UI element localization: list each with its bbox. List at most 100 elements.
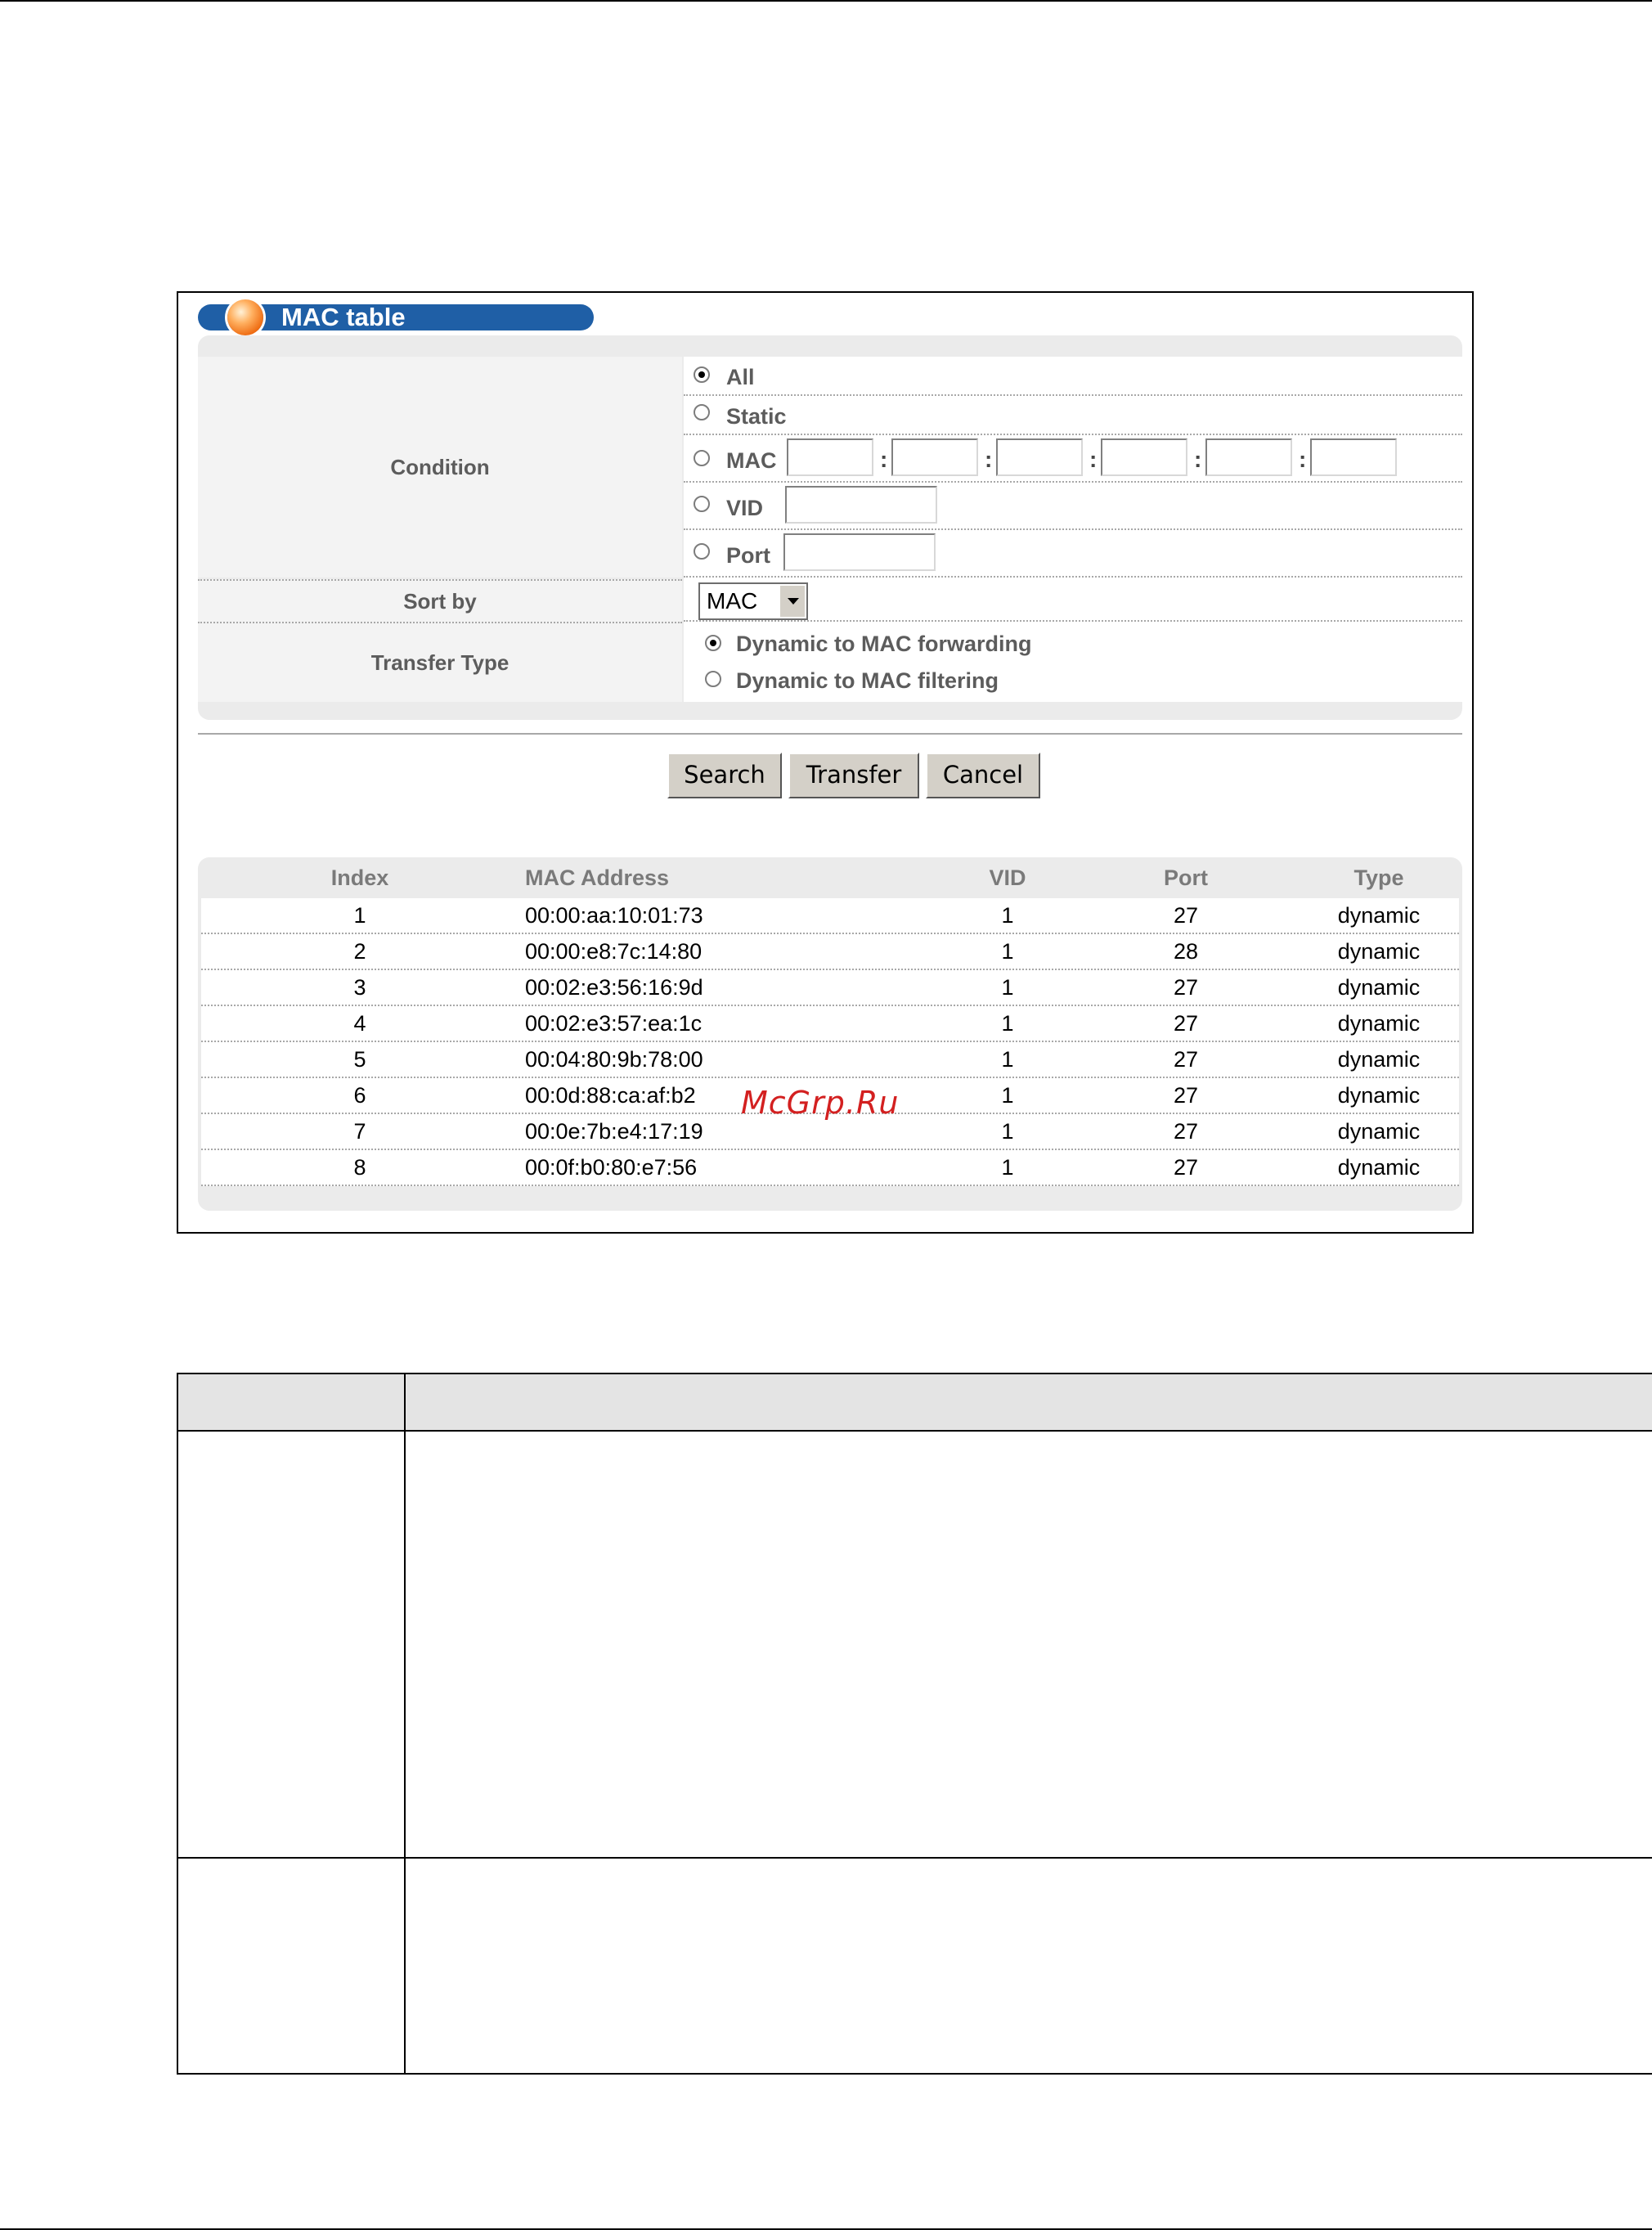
cell-mac: 00:00:e8:7c:14:80 (525, 939, 703, 964)
header-type: Type (1353, 865, 1404, 890)
cancel-button[interactable]: Cancel (926, 753, 1040, 798)
title-bar: MAC table (198, 299, 594, 335)
condition-port-row: Port (684, 530, 1462, 578)
radio-all[interactable] (694, 366, 710, 383)
cell-index: 6 (353, 1083, 366, 1108)
table-row: 5 00:04:80:9b:78:00 1 27 dynamic (201, 1042, 1459, 1078)
cell-port: 27 (1173, 1011, 1199, 1036)
cell-vid: 1 (1001, 1083, 1014, 1108)
table-row: 1 00:00:aa:10:01:73 1 27 dynamic (201, 898, 1459, 934)
mac-separator: : (1089, 447, 1098, 472)
mac-octet-6-field[interactable] (1310, 438, 1397, 476)
radio-filtering-label: Dynamic to MAC filtering (736, 668, 999, 693)
cell-mac: 00:00:aa:10:01:73 (525, 903, 703, 928)
table-row: 4 00:02:e3:57:ea:1c 1 27 dynamic (201, 1006, 1459, 1042)
cell-vid: 1 (1001, 975, 1014, 1000)
cell-type: dynamic (1337, 1047, 1421, 1072)
mac-octet-4-field[interactable] (1101, 438, 1187, 476)
cell-mac: 00:02:e3:56:16:9d (525, 975, 703, 1000)
transfer-type-row: Dynamic to MAC forwarding Dynamic to MAC… (684, 622, 1462, 702)
row-divider (178, 1857, 1652, 1859)
header-index: Index (330, 865, 389, 890)
mac-results-table: Index MAC Address VID Port Type 1 00:00:… (198, 857, 1462, 1211)
cell-index: 3 (353, 975, 366, 1000)
mac-octet-5-field[interactable] (1205, 438, 1292, 476)
cell-port: 28 (1173, 939, 1199, 964)
cell-mac: 00:0f:b0:80:e7:56 (525, 1155, 698, 1180)
radio-forwarding[interactable] (705, 635, 721, 651)
condition-all-row: All (684, 357, 1462, 396)
radio-filtering[interactable] (705, 671, 721, 687)
cell-vid: 1 (1001, 939, 1014, 964)
transfer-button[interactable]: Transfer (788, 753, 919, 798)
page-top-rule (0, 0, 1652, 2)
sort-by-label: Sort by (198, 579, 682, 622)
search-button[interactable]: Search (667, 753, 782, 798)
radio-mac[interactable] (694, 450, 710, 466)
chevron-down-icon[interactable] (779, 586, 805, 617)
cell-index: 1 (353, 903, 366, 928)
radio-static[interactable] (694, 404, 710, 420)
radio-all-label: All (726, 365, 755, 389)
cell-mac: 00:02:e3:57:ea:1c (525, 1011, 703, 1036)
port-field[interactable] (783, 533, 936, 571)
table-row: 2 00:00:e8:7c:14:80 1 28 dynamic (201, 934, 1459, 970)
description-table-header (178, 1374, 1652, 1432)
header-port: Port (1164, 865, 1208, 890)
sort-by-value: MAC (707, 588, 758, 614)
cell-type: dynamic (1337, 939, 1421, 964)
cell-index: 8 (353, 1155, 366, 1180)
vid-field[interactable] (785, 486, 937, 524)
table-row: 3 00:02:e3:56:16:9d 1 27 dynamic (201, 970, 1459, 1006)
mac-separator: : (1299, 447, 1307, 472)
condition-mac-row: MAC : : : : : (684, 435, 1462, 483)
watermark: McGrp.Ru (741, 1085, 900, 1121)
mac-separator: : (985, 447, 993, 472)
cell-type: dynamic (1337, 1119, 1421, 1144)
header-vid: VID (989, 865, 1026, 890)
orange-ball-icon (227, 299, 263, 335)
condition-label: Condition (198, 357, 682, 578)
cell-mac: 00:04:80:9b:78:00 (525, 1047, 703, 1072)
radio-port[interactable] (694, 543, 710, 560)
search-condition-panel: Condition All Static MAC : : : : : VID P… (198, 335, 1462, 720)
cell-port: 27 (1173, 1119, 1199, 1144)
cell-vid: 1 (1001, 1119, 1014, 1144)
cell-vid: 1 (1001, 903, 1014, 928)
radio-mac-label: MAC (726, 448, 777, 473)
page-title: MAC table (281, 303, 406, 331)
mac-octet-3-field[interactable] (996, 438, 1083, 476)
cell-port: 27 (1173, 1155, 1199, 1180)
cell-index: 4 (353, 1011, 366, 1036)
radio-vid-label: VID (726, 496, 764, 520)
table-row: 8 00:0f:b0:80:e7:56 1 27 dynamic (201, 1150, 1459, 1186)
cell-type: dynamic (1337, 1011, 1421, 1036)
sort-by-row: MAC (684, 578, 1462, 622)
cell-vid: 1 (1001, 1155, 1014, 1180)
radio-forwarding-label: Dynamic to MAC forwarding (736, 632, 1032, 656)
cell-port: 27 (1173, 1083, 1199, 1108)
cell-type: dynamic (1337, 975, 1421, 1000)
transfer-type-label: Transfer Type (198, 622, 682, 702)
cell-type: dynamic (1337, 903, 1421, 928)
radio-vid[interactable] (694, 496, 710, 512)
cell-vid: 1 (1001, 1011, 1014, 1036)
mac-separator: : (1194, 447, 1202, 472)
mac-octet-2-field[interactable] (891, 438, 978, 476)
column-divider (404, 1374, 406, 2075)
header-mac-address: MAC Address (525, 865, 670, 890)
cell-type: dynamic (1337, 1083, 1421, 1108)
cell-vid: 1 (1001, 1047, 1014, 1072)
radio-static-label: Static (726, 404, 787, 429)
mac-separator: : (880, 447, 888, 472)
cell-index: 5 (353, 1047, 366, 1072)
divider (198, 733, 1462, 735)
cell-index: 7 (353, 1119, 366, 1144)
cell-port: 27 (1173, 1047, 1199, 1072)
sort-by-select[interactable]: MAC (698, 582, 808, 620)
mac-octet-1-field[interactable] (787, 438, 873, 476)
cell-index: 2 (353, 939, 366, 964)
cell-port: 27 (1173, 975, 1199, 1000)
condition-vid-row: VID (684, 483, 1462, 530)
cell-type: dynamic (1337, 1155, 1421, 1180)
